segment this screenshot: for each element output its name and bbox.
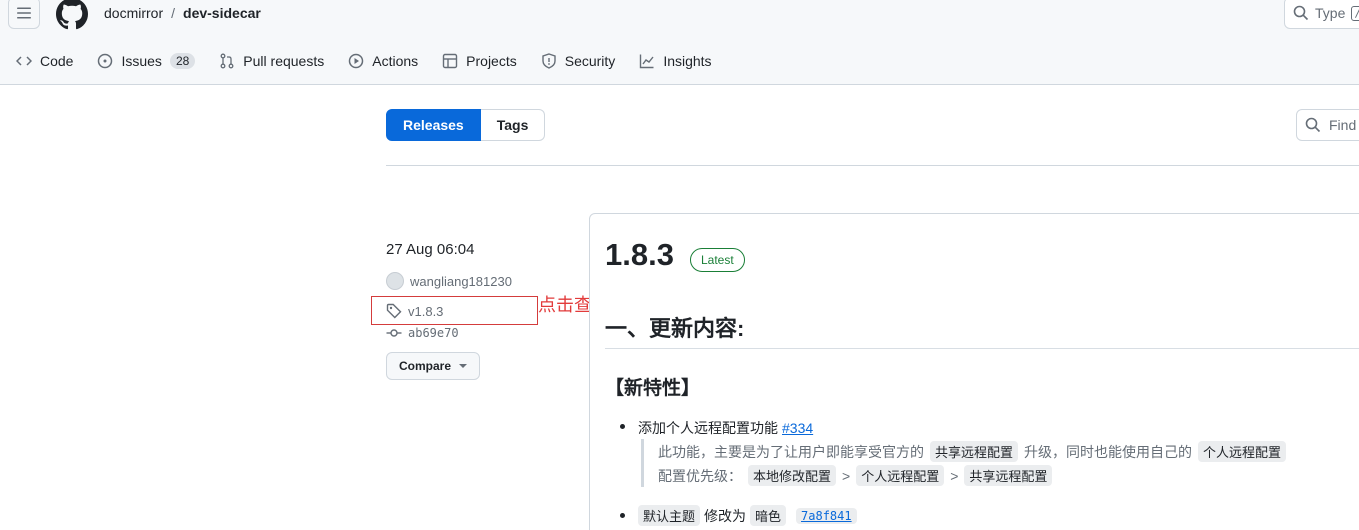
graph-icon: [640, 54, 654, 69]
list-item: 添加个人远程配置功能 #334: [638, 418, 813, 438]
commit-icon: [386, 329, 402, 337]
search-icon: [1305, 117, 1321, 133]
releases-tab-button[interactable]: Releases: [386, 109, 481, 141]
tab-pull-requests[interactable]: Pull requests: [219, 46, 336, 76]
feature-text: 添加个人远程配置功能: [638, 420, 778, 436]
priority-separator: >: [950, 467, 959, 484]
section-heading: 一、更新内容:: [605, 316, 745, 341]
tag-highlight-box: [371, 296, 538, 325]
table-icon: [442, 53, 458, 69]
tab-insights[interactable]: Insights: [639, 46, 723, 76]
release-author[interactable]: wangliang181230: [386, 272, 512, 290]
inline-code: 默认主题: [638, 505, 701, 526]
breadcrumb-separator: /: [171, 5, 176, 21]
tags-tab-button[interactable]: Tags: [480, 109, 546, 141]
tab-issues-label: Issues: [121, 53, 162, 69]
tab-issues[interactable]: Issues 28: [97, 46, 207, 76]
priority-separator: >: [842, 467, 851, 484]
search-icon: [1293, 5, 1309, 21]
owner-link[interactable]: docmirror: [104, 5, 163, 21]
heading-underline: [605, 348, 1359, 349]
commit-link[interactable]: 7a8f841: [796, 507, 857, 524]
release-date: 27 Aug 06:04: [386, 241, 475, 258]
tab-actions-label: Actions: [372, 53, 419, 69]
author-name[interactable]: wangliang181230: [410, 274, 512, 289]
list-item: 默认主题 修改为 暗色 7a8f841: [638, 505, 857, 526]
hamburger-icon: [17, 7, 31, 19]
inline-code: 共享远程配置: [964, 465, 1053, 486]
code-icon: [16, 56, 32, 66]
search-shortcut: /: [1351, 5, 1359, 21]
compare-button[interactable]: Compare: [386, 352, 481, 380]
latest-badge: Latest: [690, 248, 745, 272]
list-bullet: [620, 513, 625, 518]
quote-text: 此功能，主要是为了让用户即能享受官方的: [658, 443, 924, 460]
compare-label: Compare: [399, 359, 452, 373]
pull-request-icon: [220, 53, 234, 69]
github-logo-icon[interactable]: [56, 0, 88, 30]
quote-line: 此功能，主要是为了让用户即能享受官方的 共享远程配置 升级，同时也能使用自己的 …: [658, 441, 1287, 462]
inline-code: 个人远程配置: [856, 465, 945, 486]
issue-link[interactable]: #334: [782, 420, 813, 436]
inline-code: 暗色: [750, 505, 787, 526]
quote-text: 升级，同时也能使用自己的: [1024, 443, 1193, 460]
search-input[interactable]: Type /: [1284, 0, 1359, 29]
tab-code-label: Code: [40, 53, 74, 69]
subsection-heading: 【新特性】: [605, 378, 701, 399]
tab-security-label: Security: [564, 53, 616, 69]
inline-code: 本地修改配置: [748, 465, 837, 486]
releases-tags-toggle: Releases Tags: [386, 109, 546, 141]
inline-code: 共享远程配置: [930, 441, 1019, 462]
section-divider: [386, 165, 1359, 166]
repo-header: docmirror / dev-sidecar Type / Code Issu…: [0, 0, 1359, 85]
list-bullet: [620, 424, 625, 429]
triangle-down-icon: [459, 364, 468, 368]
tab-actions[interactable]: Actions: [348, 46, 430, 76]
tab-pull-requests-label: Pull requests: [243, 53, 325, 69]
menu-button[interactable]: [8, 0, 40, 29]
search-placeholder: Type: [1315, 5, 1346, 21]
shield-icon: [542, 53, 556, 69]
tab-projects-label: Projects: [466, 53, 517, 69]
repo-nav: Code Issues 28 Pull requests Actions Pro…: [16, 46, 736, 76]
inline-code: 个人远程配置: [1198, 441, 1287, 462]
tab-insights-label: Insights: [663, 53, 712, 69]
avatar: [386, 272, 404, 290]
tab-code[interactable]: Code: [16, 46, 85, 76]
play-icon: [348, 53, 364, 69]
quote-line: 配置优先级： 本地修改配置 > 个人远程配置 > 共享远程配置: [658, 465, 1053, 486]
find-placeholder: Find: [1329, 117, 1357, 133]
breadcrumb: docmirror / dev-sidecar: [104, 5, 261, 21]
release-commit[interactable]: ab69e70: [386, 325, 459, 341]
find-release-input[interactable]: Find: [1296, 109, 1359, 141]
repo-name-link[interactable]: dev-sidecar: [183, 5, 261, 21]
tab-security[interactable]: Security: [541, 46, 628, 76]
tab-projects[interactable]: Projects: [442, 46, 529, 76]
release-version-title[interactable]: 1.8.3: [605, 237, 674, 273]
item-text: 修改为: [704, 507, 747, 524]
quote-text: 配置优先级：: [658, 467, 742, 484]
issue-icon: [98, 53, 113, 69]
issues-count-badge: 28: [169, 53, 196, 69]
commit-sha[interactable]: ab69e70: [408, 326, 459, 340]
